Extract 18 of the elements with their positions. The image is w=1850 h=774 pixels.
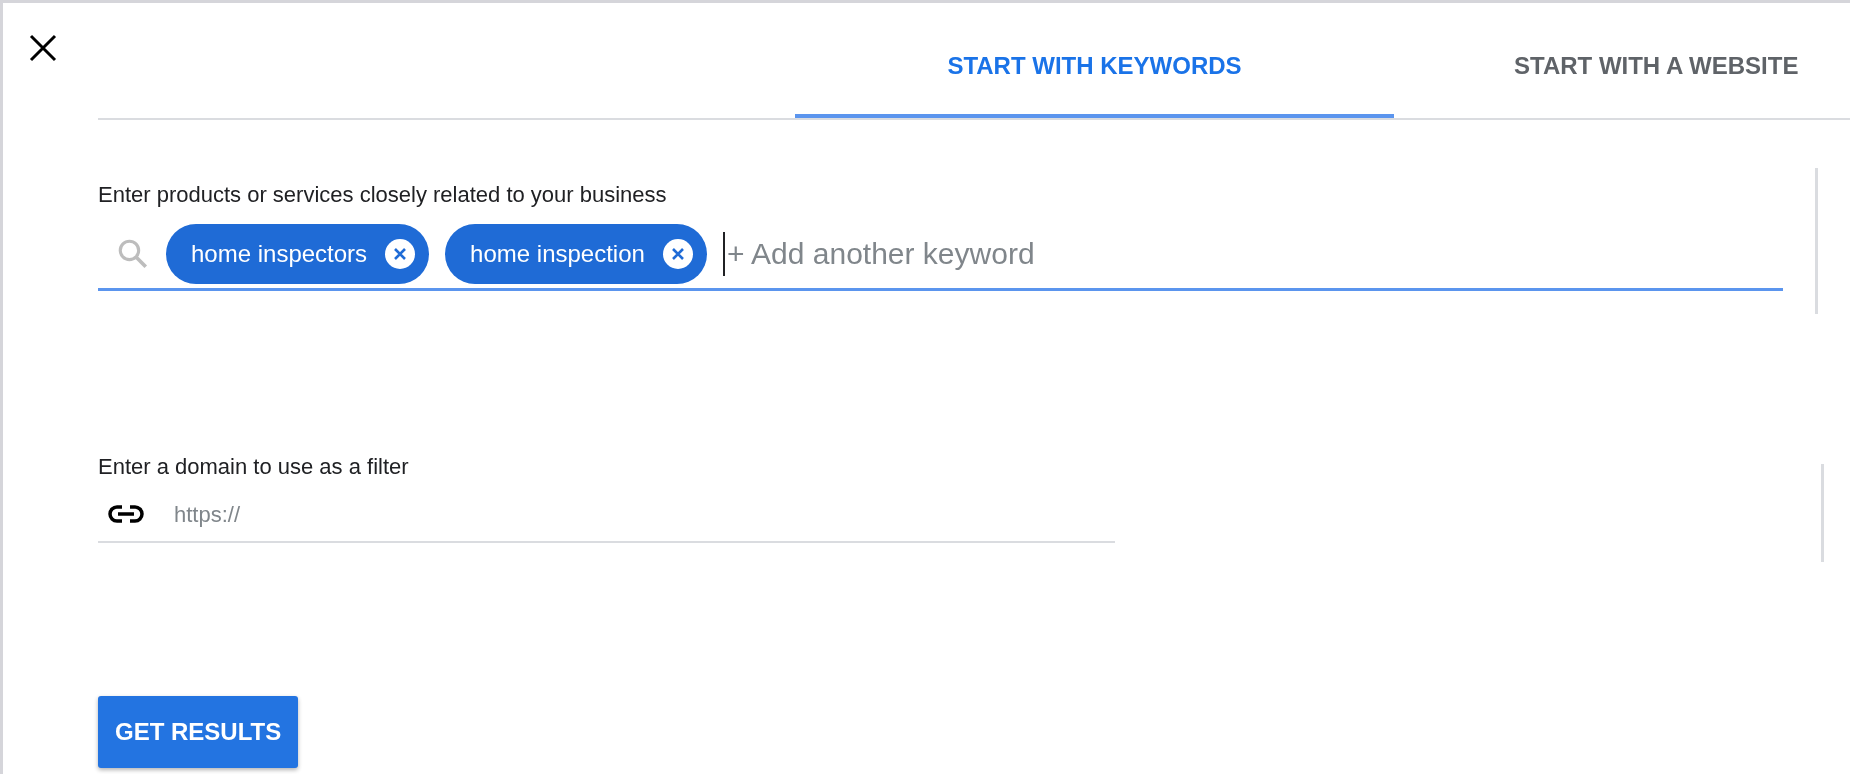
link-icon bbox=[108, 504, 144, 524]
field-label: Enter products or services closely related to your business bbox=[98, 181, 668, 209]
remove-button[interactable] bbox=[385, 238, 416, 269]
tab[interactable]: START WITH KEYWORDS bbox=[795, 3, 1394, 118]
close-icon bbox=[28, 33, 58, 63]
tab[interactable]: START WITH A WEBSITE bbox=[1394, 3, 1850, 118]
chip-label: home inspection bbox=[470, 238, 645, 269]
keyword-chip[interactable]: home inspection bbox=[445, 223, 707, 284]
close-icon bbox=[393, 246, 408, 261]
field-label: Enter a domain to use as a filter bbox=[98, 453, 410, 481]
get-results-button[interactable]: GET RESULTS bbox=[98, 696, 299, 768]
close-button[interactable] bbox=[28, 33, 58, 63]
remove-button[interactable] bbox=[662, 238, 693, 269]
domain-field[interactable]: https:// bbox=[98, 487, 1115, 543]
close-icon bbox=[670, 246, 685, 261]
keyword-chip[interactable]: home inspectors bbox=[166, 223, 430, 284]
keyword-field[interactable]: home inspectors home inspection + Add another keyword bbox=[98, 219, 1783, 291]
chip-label: home inspectors bbox=[191, 238, 368, 269]
